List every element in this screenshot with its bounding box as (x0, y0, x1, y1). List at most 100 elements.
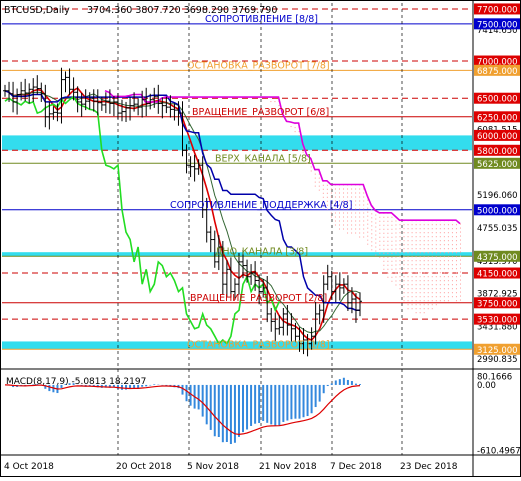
cloud-dot (427, 276, 429, 278)
cloud-dot (338, 188, 340, 190)
cloud-dot (355, 220, 357, 222)
cloud-dot (359, 212, 361, 214)
cloud-dot (431, 264, 433, 266)
cloud-dot (379, 256, 381, 258)
cloud-dot (427, 256, 429, 258)
cloud-dot (379, 244, 381, 246)
cloud-dot (359, 232, 361, 234)
cloud-dot (411, 264, 413, 266)
price-tag-text: 6875.000 (477, 67, 518, 77)
cloud-dot (411, 280, 413, 282)
cloud-dot (431, 224, 433, 226)
date-axis-tick: 23 Dec 2018 (400, 462, 458, 472)
cloud-dot (347, 192, 349, 194)
cloud-dot (294, 127, 296, 129)
cloud-dot (403, 236, 405, 238)
cloud-dot (355, 228, 357, 230)
cloud-dot (363, 196, 365, 198)
cloud-dot (391, 224, 393, 226)
cloud-dot (371, 233, 373, 235)
cloud-dot (451, 260, 453, 262)
cloud-dot (455, 296, 457, 298)
cloud-dot (415, 272, 417, 274)
cloud-dot (447, 264, 449, 266)
price-chart: СОПРОТИВЛЕНИЕ [8/8]ОСТАНОВКА_РАЗВОРОТ [7… (0, 0, 521, 477)
cloud-dot (383, 244, 385, 246)
cloud-dot (407, 276, 409, 278)
cloud-dot (431, 260, 433, 262)
murrey-level-label: ВЕРХ_КАНАЛА [5/8] (215, 153, 311, 164)
cloud-dot (415, 260, 417, 262)
cloud-dot (443, 260, 445, 262)
cloud-dot (367, 203, 369, 205)
cloud-dot (423, 296, 425, 298)
cloud-dot (431, 280, 433, 282)
cloud-dot (355, 188, 357, 190)
cloud-dot (415, 232, 417, 234)
cloud-dot (391, 256, 393, 258)
murrey-level-label: ВРАЩЕНИЕ_РАЗВОРОТ [6/8] (192, 107, 329, 118)
cloud-dot (439, 284, 441, 286)
cloud-dot (411, 308, 413, 310)
cloud-dot (399, 244, 401, 246)
cloud-dot (460, 251, 461, 253)
cloud-dot (427, 260, 429, 262)
cloud-dot (375, 238, 377, 240)
cloud-dot (427, 236, 429, 238)
cloud-dot (367, 227, 369, 229)
cloud-dot (367, 223, 369, 225)
cloud-dot (423, 264, 425, 266)
cloud-dot (326, 188, 328, 190)
cloud-dot (407, 304, 409, 306)
cloud-dot (387, 260, 389, 262)
cloud-dot (355, 196, 357, 198)
cloud-dot (338, 192, 340, 194)
cloud-dot (318, 189, 320, 191)
cloud-dot (460, 279, 461, 281)
cloud-dot (419, 260, 421, 262)
price-tag-text: 5000.000 (477, 206, 518, 216)
price-tag-text: 3750.000 (477, 299, 518, 309)
cloud-dot (415, 308, 417, 310)
cloud-dot (455, 272, 457, 274)
cloud-dot (395, 224, 397, 226)
cloud-dot (419, 312, 421, 314)
cloud-dot (359, 228, 361, 230)
cloud-dot (431, 252, 433, 254)
cloud-dot (334, 220, 336, 222)
cloud-dot (443, 272, 445, 274)
chart-window: СОПРОТИВЛЕНИЕ [8/8] ОСТАНОВКА_РАЗВОРОТ [7… (0, 0, 521, 477)
cloud-dot (355, 192, 357, 194)
cloud-dot (419, 288, 421, 290)
cloud-dot (447, 272, 449, 274)
cloud-dot (411, 288, 413, 290)
price-tag-text: 5625.000 (477, 160, 518, 170)
cloud-dot (270, 101, 272, 103)
cloud-dot (330, 196, 332, 198)
cloud-dot (375, 242, 377, 244)
cloud-dot (391, 248, 393, 250)
cloud-dot (395, 268, 397, 270)
cloud-dot (435, 288, 437, 290)
cloud-dot (383, 232, 385, 234)
cloud-dot (387, 272, 389, 274)
cloud-dot (391, 236, 393, 238)
cloud-dot (355, 212, 357, 214)
cloud-dot (443, 232, 445, 234)
murrey-level-label: ОСТАНОВКА_РАЗВОРОТ [1/8] (187, 339, 330, 350)
cloud-dot (439, 296, 441, 298)
cloud-dot (399, 276, 401, 278)
price-axis-tick: 4755.035 (477, 224, 518, 234)
cloud-dot (447, 300, 449, 302)
cloud-dot (334, 224, 336, 226)
cloud-dot (375, 226, 377, 228)
cloud-dot (314, 173, 316, 175)
cloud-dot (399, 264, 401, 266)
cloud-dot (383, 252, 385, 254)
cloud-dot (451, 248, 453, 250)
cloud-dot (415, 276, 417, 278)
price-axis-tick: 2990.835 (477, 355, 518, 365)
cloud-dot (423, 272, 425, 274)
cloud-dot (355, 200, 357, 202)
cloud-dot (419, 272, 421, 274)
